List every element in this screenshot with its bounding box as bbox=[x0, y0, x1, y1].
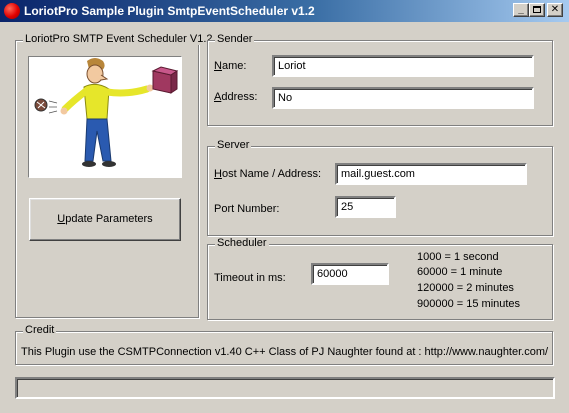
title-bar[interactable]: LoriotPro Sample Plugin SmtpEventSchedul… bbox=[0, 0, 569, 22]
port-label: Port Number: bbox=[214, 203, 280, 215]
timeout-legend-line: 120000 = 2 minutes bbox=[417, 282, 514, 294]
timeout-input[interactable]: 60000 bbox=[311, 263, 389, 285]
credit-text: This Plugin use the CSMTPConnection v1.4… bbox=[21, 346, 549, 358]
sender-group-title: Sender bbox=[215, 33, 255, 45]
sender-name-label: Name: bbox=[214, 60, 247, 72]
minimize-icon: _ bbox=[518, 4, 524, 15]
timeout-legend-line: 900000 = 15 minutes bbox=[417, 298, 521, 310]
about-group-title: LoriotPro SMTP Event Scheduler V1.2 bbox=[23, 33, 215, 45]
cartoon-man-icon bbox=[34, 58, 179, 167]
server-group-title: Server bbox=[215, 139, 252, 151]
sender-group: Sender bbox=[207, 33, 553, 126]
credit-group-title: Credit bbox=[23, 324, 57, 336]
cartoon-image bbox=[28, 56, 182, 178]
port-input[interactable]: 25 bbox=[335, 196, 396, 218]
sender-address-label: Address: bbox=[214, 91, 258, 103]
timeout-label: Timeout in ms: bbox=[214, 272, 286, 284]
timeout-legend-line: 1000 = 1 second bbox=[417, 251, 499, 263]
update-parameters-button[interactable]: Update Parameters bbox=[29, 198, 181, 241]
host-label: Host Name / Address: bbox=[214, 168, 321, 180]
close-icon: ✕ bbox=[550, 4, 560, 15]
server-group: Server bbox=[207, 139, 553, 236]
maximize-icon bbox=[533, 6, 541, 13]
minimize-button[interactable]: _ bbox=[513, 3, 529, 17]
sender-address-input[interactable]: No bbox=[272, 87, 534, 109]
timeout-legend-line: 60000 = 1 minute bbox=[417, 266, 503, 278]
host-input[interactable]: mail.guest.com bbox=[335, 163, 527, 185]
scheduler-group-title: Scheduler bbox=[215, 237, 269, 249]
window-title: LoriotPro Sample Plugin SmtpEventSchedul… bbox=[24, 4, 315, 18]
close-button[interactable]: ✕ bbox=[547, 3, 563, 17]
app-icon[interactable] bbox=[4, 3, 20, 19]
sender-name-input[interactable]: Loriot bbox=[272, 55, 534, 77]
update-button-label: pdate Parameters bbox=[65, 213, 153, 225]
maximize-button[interactable] bbox=[529, 3, 545, 17]
status-bar bbox=[15, 377, 555, 399]
